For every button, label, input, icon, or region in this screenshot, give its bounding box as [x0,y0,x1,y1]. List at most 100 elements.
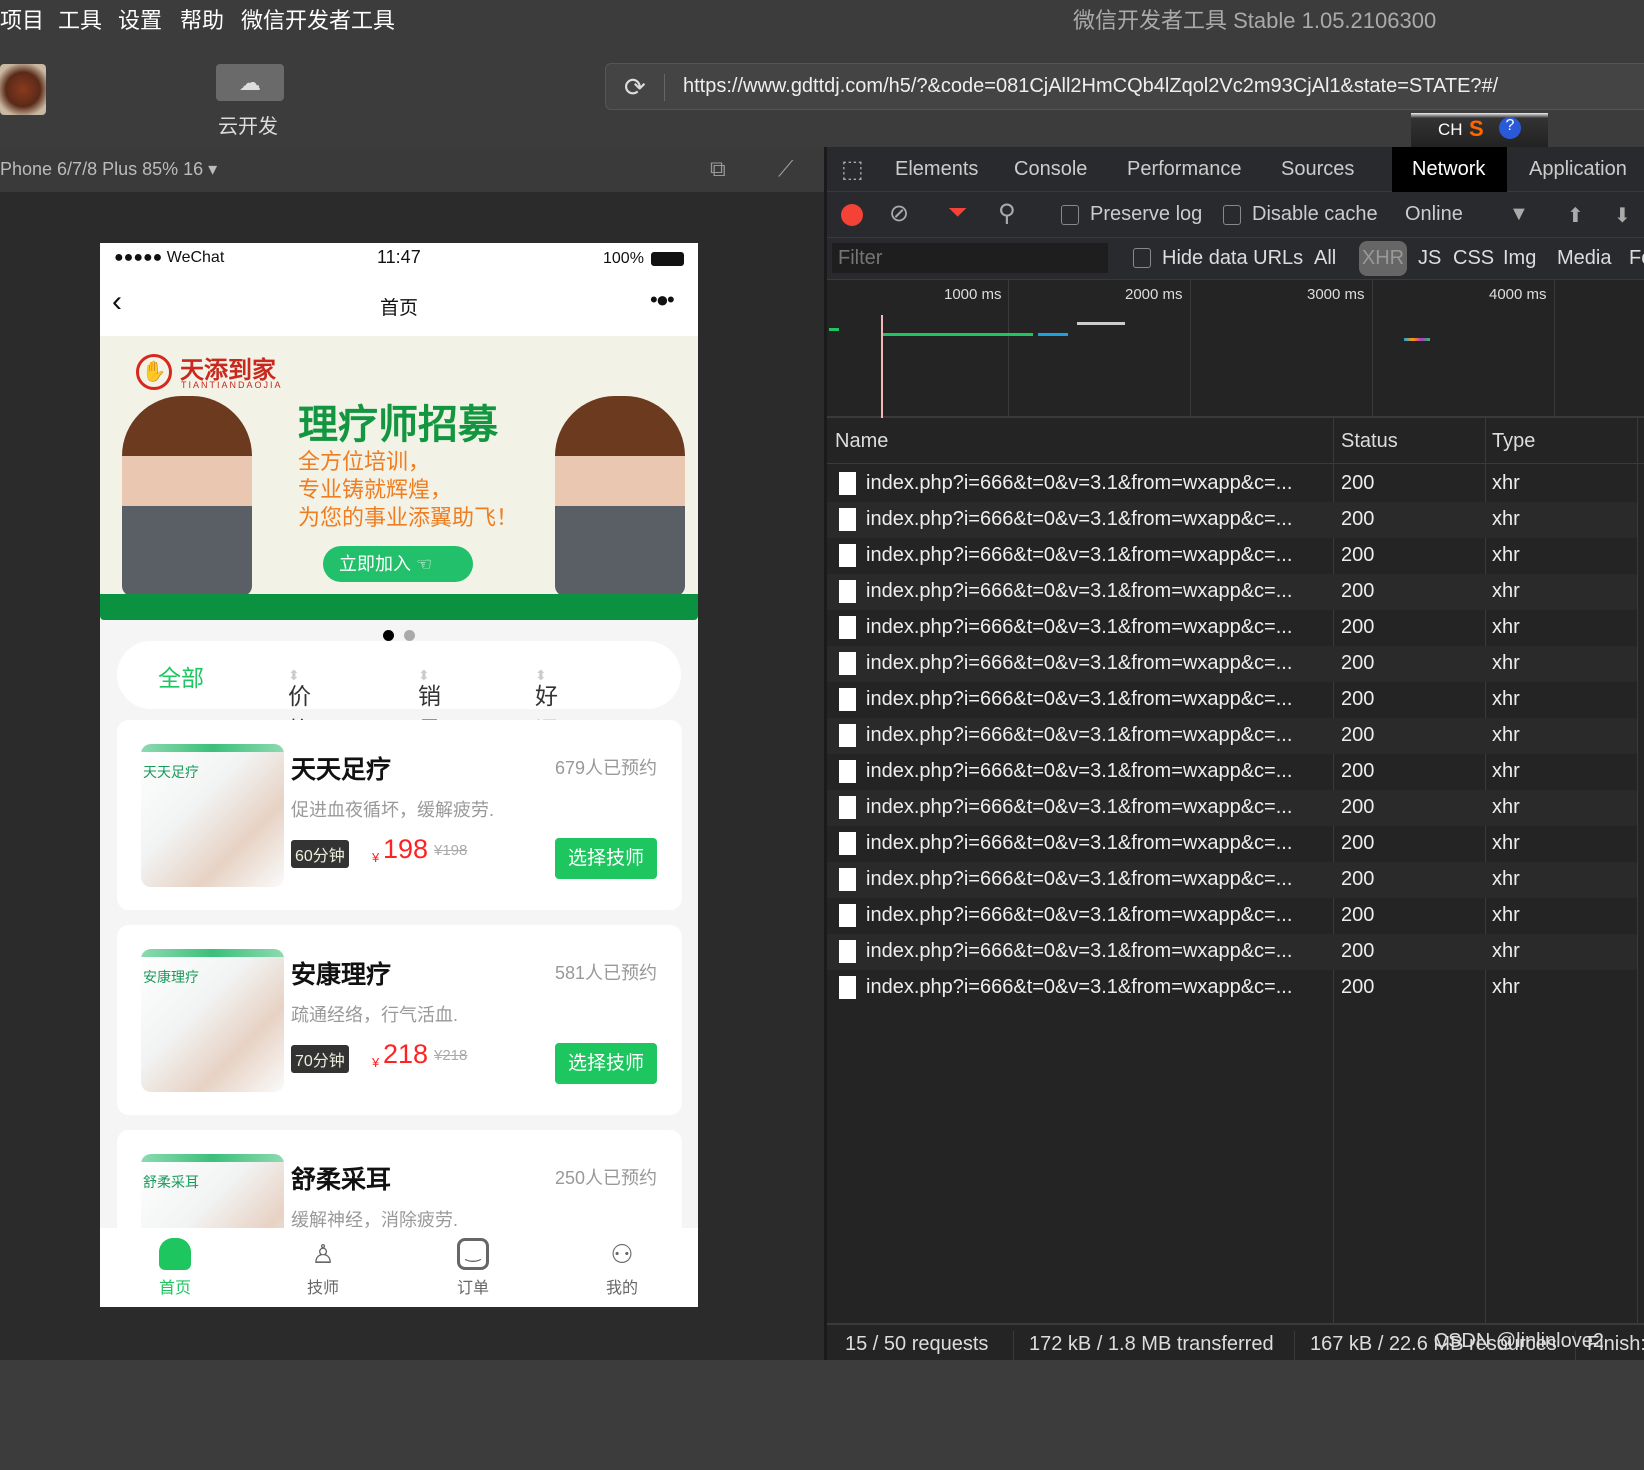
filter-icon[interactable]: ⏷ [948,199,967,227]
table-row[interactable]: index.php?i=666&t=0&v=3.1&from=wxapp&c=.… [827,862,1637,898]
request-name[interactable]: index.php?i=666&t=0&v=3.1&from=wxapp&c=.… [866,544,1292,567]
back-icon[interactable]: ‹ [112,285,122,319]
request-name[interactable]: index.php?i=666&t=0&v=3.1&from=wxapp&c=.… [866,580,1292,603]
request-name[interactable]: index.php?i=666&t=0&v=3.1&from=wxapp&c=.… [866,724,1292,747]
request-name[interactable]: index.php?i=666&t=0&v=3.1&from=wxapp&c=.… [866,976,1292,999]
request-name[interactable]: index.php?i=666&t=0&v=3.1&from=wxapp&c=.… [866,616,1292,639]
chevron-down-icon[interactable]: ▼ [1509,203,1529,226]
choose-technician-button[interactable]: 选择技师 [555,838,657,879]
type-img[interactable]: Img [1503,247,1536,270]
table-row[interactable]: index.php?i=666&t=0&v=3.1&from=wxapp&c=.… [827,502,1637,538]
more-icon[interactable]: •●• [650,287,675,313]
sort-all[interactable]: 全部 [158,659,204,693]
throttle-select[interactable]: Online [1405,203,1463,226]
table-row[interactable]: index.php?i=666&t=0&v=3.1&from=wxapp&c=.… [827,610,1637,646]
filter-input[interactable] [832,243,1108,273]
request-name[interactable]: index.php?i=666&t=0&v=3.1&from=wxapp&c=.… [866,472,1292,495]
avatar[interactable] [0,64,46,115]
request-status: 200 [1341,904,1375,926]
hide-data-urls-checkbox[interactable] [1133,248,1151,268]
table-row[interactable]: index.php?i=666&t=0&v=3.1&from=wxapp&c=.… [827,790,1637,826]
menu-tools[interactable]: 工具 [58,3,102,35]
table-row[interactable]: index.php?i=666&t=0&v=3.1&from=wxapp&c=.… [827,718,1637,754]
ime-toolbar[interactable]: CH S ? [1411,113,1548,147]
type-font[interactable]: Fo [1629,247,1644,270]
disable-cache-checkbox[interactable] [1223,205,1241,225]
inspect-icon[interactable]: ⬚ [841,155,864,184]
table-row[interactable]: index.php?i=666&t=0&v=3.1&from=wxapp&c=.… [827,538,1637,574]
request-name[interactable]: index.php?i=666&t=0&v=3.1&from=wxapp&c=.… [866,760,1292,783]
banner-carousel[interactable]: ✋ 天添到家 TIANTIANDAOJIA 理疗师招募 全方位培训， 专业铸就辉… [100,336,698,620]
service-card[interactable]: 安康理疗 安康理疗 581人已预约 疏通经络，行气活血. 70分钟 ¥ 218 ¥… [117,925,682,1115]
request-name[interactable]: index.php?i=666&t=0&v=3.1&from=wxapp&c=.… [866,868,1292,891]
column-type[interactable]: Type [1492,430,1535,453]
table-row[interactable]: index.php?i=666&t=0&v=3.1&from=wxapp&c=.… [827,898,1637,934]
choose-technician-button[interactable]: 选择技师 [555,1043,657,1084]
tab-sources[interactable]: Sources [1261,147,1374,192]
request-name[interactable]: index.php?i=666&t=0&v=3.1&from=wxapp&c=.… [866,688,1292,711]
tab-network[interactable]: Network [1392,147,1507,192]
record-icon[interactable] [841,204,863,226]
help-icon[interactable]: ? [1499,117,1521,139]
request-type: xhr [1492,760,1520,782]
tab-elements[interactable]: Elements [875,147,998,192]
ios-status-bar: ●●●●● WeChat 11:47 100% [100,243,698,275]
column-name[interactable]: Name [835,430,888,453]
request-name[interactable]: index.php?i=666&t=0&v=3.1&from=wxapp&c=.… [866,796,1292,819]
sort-rating[interactable]: 好评度 ⬍ [535,659,558,777]
preserve-log-checkbox[interactable] [1061,205,1079,225]
sort-sales[interactable]: 销量 ⬍ [418,659,441,743]
sort-price[interactable]: 价格 ⬍ [288,659,311,743]
url-text[interactable]: https://www.gdttdj.com/h5/?&code=081CjAl… [683,75,1498,98]
import-icon[interactable]: ⬆ [1567,203,1584,228]
device-selector[interactable]: Phone 6/7/8 Plus 85% 16 ▾ [0,159,217,180]
menu-wechat-devtools[interactable]: 微信开发者工具 [241,3,395,35]
clear-icon[interactable]: ⊘ [889,199,909,228]
request-name[interactable]: index.php?i=666&t=0&v=3.1&from=wxapp&c=.… [866,904,1292,927]
file-icon [839,832,856,855]
tab-application[interactable]: Application [1509,147,1644,192]
tab-orders[interactable]: ‿ 订单 [423,1238,523,1298]
timeline-bar [1404,338,1430,341]
type-media[interactable]: Media [1557,247,1611,270]
rotate-icon[interactable]: ⟋ [778,156,793,182]
tab-console[interactable]: Console [994,147,1107,192]
column-status[interactable]: Status [1341,430,1398,453]
timeline-overview[interactable]: 1000 ms 2000 ms 3000 ms 4000 ms [827,280,1644,418]
table-row[interactable]: index.php?i=666&t=0&v=3.1&from=wxapp&c=.… [827,574,1637,610]
refresh-icon[interactable]: ⟳ [624,72,646,103]
table-row[interactable]: index.php?i=666&t=0&v=3.1&from=wxapp&c=.… [827,826,1637,862]
table-row[interactable]: index.php?i=666&t=0&v=3.1&from=wxapp&c=.… [827,754,1637,790]
table-row[interactable]: index.php?i=666&t=0&v=3.1&from=wxapp&c=.… [827,682,1637,718]
table-row[interactable]: index.php?i=666&t=0&v=3.1&from=wxapp&c=.… [827,934,1637,970]
type-all[interactable]: All [1314,247,1336,270]
table-row[interactable]: index.php?i=666&t=0&v=3.1&from=wxapp&c=.… [827,646,1637,682]
cloud-dev-label: 云开发 [218,116,278,138]
tab-technician[interactable]: ♙ 技师 [273,1238,373,1298]
ime-lang[interactable]: CH [1438,120,1463,140]
tab-performance[interactable]: Performance [1107,147,1262,192]
table-row[interactable]: index.php?i=666&t=0&v=3.1&from=wxapp&c=.… [827,466,1637,502]
tab-mine[interactable]: ⚇ 我的 [572,1238,672,1298]
service-name: 天天足疗 [291,756,392,784]
search-icon[interactable]: ⚲ [998,199,1016,228]
type-css[interactable]: CSS [1453,247,1494,270]
request-name[interactable]: index.php?i=666&t=0&v=3.1&from=wxapp&c=.… [866,940,1292,963]
menu-help[interactable]: 帮助 [180,3,224,35]
type-js[interactable]: JS [1418,247,1441,270]
sogou-icon[interactable]: S [1469,116,1484,142]
request-name[interactable]: index.php?i=666&t=0&v=3.1&from=wxapp&c=.… [866,508,1292,531]
cloud-dev-button[interactable]: ☁ [216,64,284,101]
request-name[interactable]: index.php?i=666&t=0&v=3.1&from=wxapp&c=.… [866,832,1292,855]
menu-settings[interactable]: 设置 [118,3,162,35]
export-icon[interactable]: ⬇ [1614,203,1631,228]
url-bar[interactable]: ⟳ https://www.gdttdj.com/h5/?&code=081Cj… [605,63,1644,110]
join-now-button[interactable]: 立即加入 ☜ [323,546,473,582]
popout-icon[interactable]: ⧉ [710,156,726,182]
type-xhr[interactable]: XHR [1359,241,1407,276]
request-name[interactable]: index.php?i=666&t=0&v=3.1&from=wxapp&c=.… [866,652,1292,675]
menu-project[interactable]: 项目 [0,3,44,35]
service-card[interactable]: 天天足疗 天天足疗 679人已预约 促进血夜循坏，缓解疲劳. 60分钟 ¥ 198… [117,720,682,910]
table-row[interactable]: index.php?i=666&t=0&v=3.1&from=wxapp&c=.… [827,970,1637,1006]
tab-home[interactable]: 首页 [125,1238,225,1298]
